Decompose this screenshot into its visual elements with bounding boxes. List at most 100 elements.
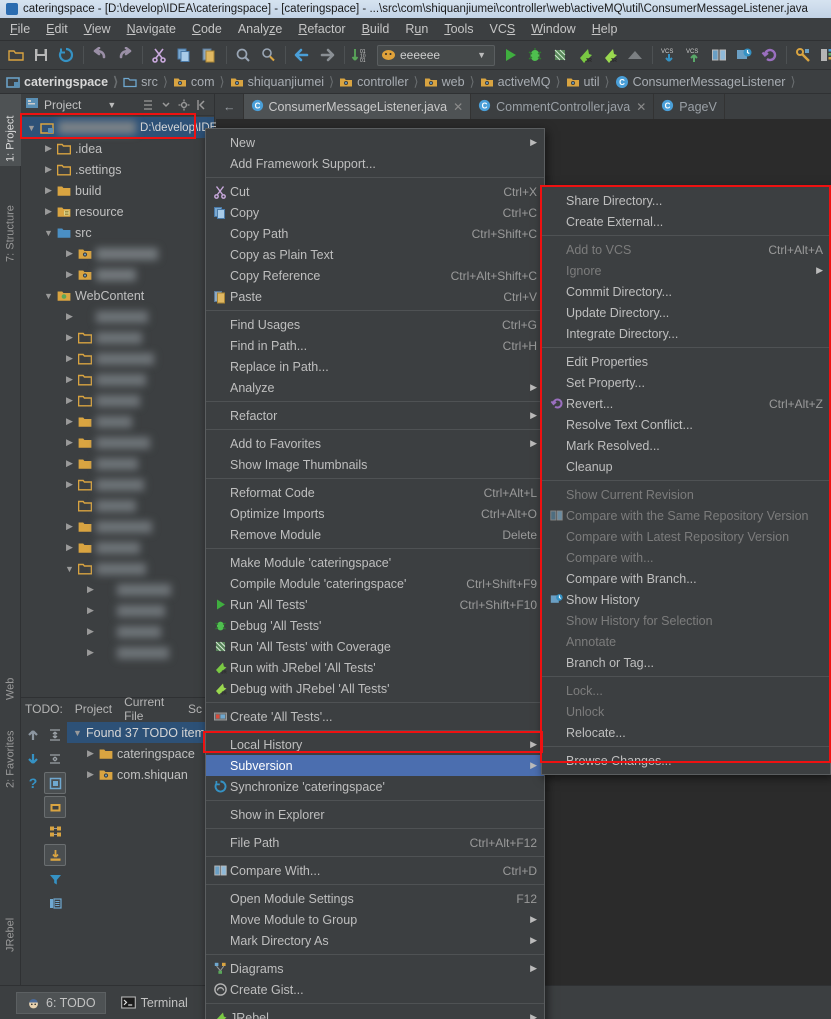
find-icon[interactable] xyxy=(231,43,255,67)
menu-item-create-all-tests[interactable]: Create 'All Tests'... xyxy=(206,706,544,727)
breadcrumb-item-shiquanjiumei[interactable]: shiquanjiumei ⟩ xyxy=(230,74,340,90)
menu-item-add-to-favorites[interactable]: Add to Favorites ▶ xyxy=(206,433,544,454)
tree-row-blurred[interactable]: ▶ xyxy=(21,432,214,453)
todo-tree[interactable]: ▼ Found 37 TODO items ▶ cateringspace ▶ … xyxy=(67,720,214,986)
submenu-item-compare-same-repo-version[interactable]: Compare with the Same Repository Version xyxy=(542,505,830,526)
menu-analyze[interactable]: Analyze xyxy=(230,20,290,38)
menu-item-cut[interactable]: Cut Ctrl+X xyxy=(206,181,544,202)
subversion-submenu[interactable]: Share Directory... Create External... Ad… xyxy=(541,186,831,775)
menu-item-add-framework-support[interactable]: Add Framework Support... xyxy=(206,153,544,174)
tree-row-blurred[interactable]: ▶ xyxy=(21,516,214,537)
breadcrumb-item-class[interactable]: C ConsumerMessageListener ⟩ xyxy=(615,74,801,90)
submenu-item-cleanup[interactable]: Cleanup xyxy=(542,456,830,477)
chevron-right-icon[interactable]: ▶ xyxy=(84,626,97,637)
submenu-item-mark-resolved[interactable]: Mark Resolved... xyxy=(542,435,830,456)
vcs-commit-icon[interactable]: VCS xyxy=(682,43,706,67)
menu-item-synchronize[interactable]: Synchronize 'cateringspace' xyxy=(206,776,544,797)
filter-icon[interactable] xyxy=(44,868,66,890)
gear-icon[interactable] xyxy=(176,97,192,113)
menu-item-refactor[interactable]: Refactor ▶ xyxy=(206,405,544,426)
chevron-right-icon[interactable]: ▶ xyxy=(63,458,76,469)
preview-source-icon[interactable] xyxy=(44,772,66,794)
chevron-right-icon[interactable]: ▶ xyxy=(42,143,55,154)
chevron-right-icon[interactable]: ▶ xyxy=(63,269,76,280)
menu-item-run-with-jrebel[interactable]: JR Run with JRebel 'All Tests' xyxy=(206,657,544,678)
submenu-item-show-history[interactable]: Show History xyxy=(542,589,830,610)
chevron-down-icon[interactable]: ▼ xyxy=(42,228,55,238)
menu-item-find-in-path[interactable]: Find in Path... Ctrl+H xyxy=(206,335,544,356)
status-button-terminal[interactable]: Terminal xyxy=(112,992,197,1014)
jrebel-debug-icon[interactable]: JR xyxy=(598,43,622,67)
submenu-item-unlock[interactable]: Unlock xyxy=(542,701,830,722)
tab-scope[interactable]: Sc xyxy=(188,702,202,716)
hide-panel-icon[interactable] xyxy=(194,97,210,113)
menu-navigate[interactable]: Navigate xyxy=(119,20,184,38)
group-by-package-icon[interactable] xyxy=(44,820,66,842)
chevron-right-icon[interactable]: ▶ xyxy=(63,374,76,385)
menu-item-remove-module[interactable]: Remove Module Delete xyxy=(206,524,544,545)
tree-row-build[interactable]: ▶ build xyxy=(21,180,214,201)
settings-icon[interactable] xyxy=(791,43,815,67)
todo-child-row[interactable]: ▶ com.shiquan xyxy=(67,764,214,785)
menu-window[interactable]: Window xyxy=(523,20,583,38)
submenu-item-ignore[interactable]: Ignore ▶ xyxy=(542,260,830,281)
chevron-down-icon[interactable]: ▼ xyxy=(63,564,76,574)
chevron-right-icon[interactable]: ▶ xyxy=(84,647,97,658)
forward-icon[interactable] xyxy=(315,43,339,67)
submenu-item-annotate[interactable]: Annotate xyxy=(542,631,830,652)
run-icon[interactable] xyxy=(498,43,522,67)
submenu-item-show-current-revision[interactable]: Show Current Revision xyxy=(542,484,830,505)
tree-row-settings[interactable]: ▶ .settings xyxy=(21,159,214,180)
menu-item-create-gist[interactable]: Create Gist... xyxy=(206,979,544,1000)
tree-row-blurred[interactable]: ▶ xyxy=(21,474,214,495)
submenu-item-compare-with[interactable]: Compare with... xyxy=(542,547,830,568)
expand-all-icon[interactable] xyxy=(44,724,66,746)
redo-icon[interactable] xyxy=(113,43,137,67)
menu-item-file-path[interactable]: File Path Ctrl+Alt+F12 xyxy=(206,832,544,853)
sidebar-item-web[interactable]: Web xyxy=(0,662,21,704)
chevron-right-icon[interactable]: ▶ xyxy=(84,584,97,595)
chevron-right-icon[interactable]: ▶ xyxy=(63,521,76,532)
menu-item-new[interactable]: New ▶ xyxy=(206,132,544,153)
up-arrow-icon[interactable] xyxy=(22,724,44,746)
submenu-item-show-history-for-selection[interactable]: Show History for Selection xyxy=(542,610,830,631)
chevron-down-icon[interactable]: ▼ xyxy=(477,50,486,60)
menu-item-open-module-settings[interactable]: Open Module Settings F12 xyxy=(206,888,544,909)
menu-refactor[interactable]: Refactor xyxy=(290,20,353,38)
submenu-item-create-external[interactable]: Create External... xyxy=(542,211,830,232)
menu-item-paste[interactable]: Paste Ctrl+V xyxy=(206,286,544,307)
tree-row-project-root[interactable]: ▼ D:\develop\IDEA\cateringspace xyxy=(21,117,300,138)
chevron-right-icon[interactable]: ▶ xyxy=(84,748,97,759)
submenu-item-compare-latest-repo-version[interactable]: Compare with Latest Repository Version xyxy=(542,526,830,547)
rollback-icon[interactable] xyxy=(757,43,781,67)
tree-row-webcontent[interactable]: ▼ WebContent xyxy=(21,285,214,306)
menu-help[interactable]: Help xyxy=(584,20,626,38)
tab-current-file[interactable]: Current File xyxy=(124,695,176,723)
menu-item-optimize-imports[interactable]: Optimize Imports Ctrl+Alt+O xyxy=(206,503,544,524)
tree-row-package-2[interactable]: ▶ xyxy=(21,264,214,285)
menu-file[interactable]: File xyxy=(2,20,38,38)
menu-item-jrebel[interactable]: JR JRebel ▶ xyxy=(206,1007,544,1019)
chevron-down-icon[interactable]: ▼ xyxy=(71,728,84,738)
submenu-item-share-directory[interactable]: Share Directory... xyxy=(542,190,830,211)
chevron-right-icon[interactable]: ▶ xyxy=(63,416,76,427)
tree-row-idea[interactable]: ▶ .idea xyxy=(21,138,214,159)
submenu-item-revert[interactable]: Revert... Ctrl+Alt+Z xyxy=(542,393,830,414)
sidebar-item-project[interactable]: 1: Project xyxy=(0,94,21,166)
menu-item-show-image-thumbnails[interactable]: Show Image Thumbnails xyxy=(206,454,544,475)
group-by-module-icon[interactable] xyxy=(44,796,66,818)
submenu-item-update-directory[interactable]: Update Directory... xyxy=(542,302,830,323)
submenu-item-branch-or-tag[interactable]: Branch or Tag... xyxy=(542,652,830,673)
sidebar-item-favorites[interactable]: 2: Favorites xyxy=(0,706,21,792)
tree-row-blurred[interactable]: ▶ xyxy=(21,306,214,327)
chevron-right-icon[interactable]: ▶ xyxy=(42,164,55,175)
menu-code[interactable]: Code xyxy=(184,20,230,38)
tree-row-blurred[interactable]: ▶ xyxy=(21,348,214,369)
chevron-down-icon[interactable]: ▼ xyxy=(25,123,38,133)
submenu-item-integrate-directory[interactable]: Integrate Directory... xyxy=(542,323,830,344)
chevron-right-icon[interactable]: ▶ xyxy=(63,542,76,553)
context-menu[interactable]: New ▶ Add Framework Support... Cut Ctrl+X… xyxy=(205,128,545,1019)
chevron-right-icon[interactable]: ▶ xyxy=(63,332,76,343)
submenu-item-edit-properties[interactable]: Edit Properties xyxy=(542,351,830,372)
menu-item-copy[interactable]: Copy Ctrl+C xyxy=(206,202,544,223)
